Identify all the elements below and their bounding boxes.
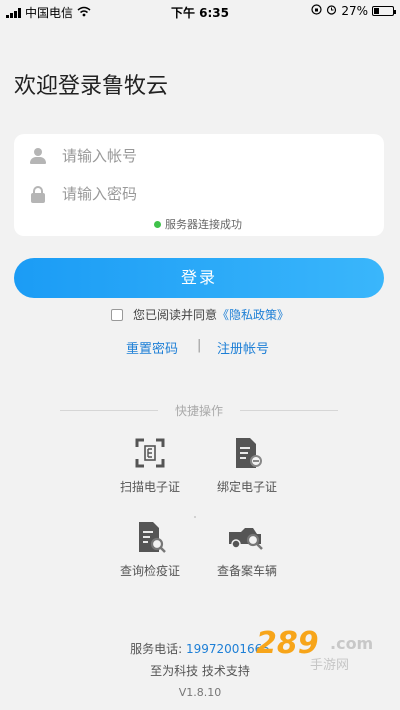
quick-action-label: 查备案车辆 [216,564,277,578]
app-version: V1.8.10 [178,686,222,699]
login-card: 服务器连接成功 [14,134,384,236]
account-input[interactable] [62,147,322,165]
login-button[interactable]: 登录 [14,258,384,298]
password-field [30,176,368,212]
quick-action-label: 扫描电子证 [119,480,180,494]
orientation-lock-icon [311,4,322,18]
status-dot-icon [154,220,161,228]
user-icon [30,148,46,164]
server-status-text: 服务器连接成功 [165,218,242,231]
quick-action-label: 绑定电子证 [216,480,277,494]
quick-action-query[interactable]: 查询检疫证 [105,520,195,579]
server-status: 服务器连接成功 [154,216,242,232]
divider-right [240,410,338,411]
query-certificate-icon [133,520,167,554]
vehicle-search-icon [229,520,264,554]
quick-action-label: 查询检疫证 [119,564,180,578]
watermark-com: .com [330,634,374,653]
alarm-icon [326,4,337,18]
status-bar: 中国电信 下午 6:35 27% [0,0,400,22]
reset-password-link[interactable]: 重置密码 [126,338,178,357]
watermark: 289 .com 手游网 [250,624,380,674]
quick-action-vehicle[interactable]: 查备案车辆 [202,520,292,579]
agreement-row: 您已阅读并同意 《隐私政策》 [111,306,289,323]
watermark-sub: 手游网 [310,658,350,673]
lock-icon [30,186,46,203]
account-field [30,138,368,174]
agreement-text: 您已阅读并同意 [133,308,218,322]
link-separator: | [197,338,202,353]
privacy-policy-link[interactable]: 《隐私政策》 [217,306,289,323]
bind-certificate-icon [230,436,264,470]
agreement-checkbox[interactable] [111,308,123,321]
status-right: 27% [311,4,396,18]
divider-dot [194,516,196,518]
password-input[interactable] [62,185,322,203]
battery-percent: 27% [341,4,368,18]
quick-action-bind[interactable]: 绑定电子证 [202,436,292,495]
register-link[interactable]: 注册帐号 [217,338,269,357]
hotline-label: 服务电话: [130,642,183,656]
page-title: 欢迎登录鲁牧云 [14,74,169,99]
quick-action-scan[interactable]: 扫描电子证 [105,436,195,495]
quick-actions-header: 快捷操作 [60,402,338,418]
scan-icon [133,436,167,470]
battery-icon [372,6,396,16]
